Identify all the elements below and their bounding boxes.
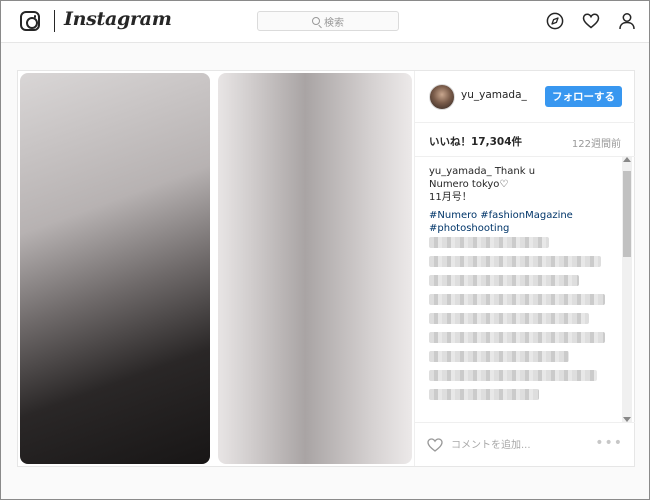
blurred-comment	[429, 389, 539, 400]
follow-button[interactable]: フォローする	[545, 86, 622, 107]
blurred-comment	[429, 370, 597, 381]
blurred-comment	[429, 275, 579, 286]
photo-panel-right	[218, 73, 412, 464]
post-sidebar: yu_yamada_ フォローする いいね！17,304件 122週間前 yu_…	[414, 71, 635, 466]
search-placeholder: 検索	[324, 17, 344, 29]
post-caption: yu_yamada_ Thank u Numero tokyo♡ 11月号！	[429, 165, 609, 204]
scroll-thumb[interactable]	[623, 171, 631, 257]
profile-icon[interactable]	[618, 12, 636, 30]
caption-line: yu_yamada_ Thank u	[429, 166, 536, 177]
comment-input[interactable]	[451, 436, 591, 454]
hashtag-link[interactable]: #Numero #fashionMagazine	[429, 209, 609, 222]
blurred-comment	[429, 313, 589, 324]
logo-divider	[54, 10, 55, 32]
blurred-comment	[429, 351, 569, 362]
blurred-comment	[429, 294, 605, 305]
username-link[interactable]: yu_yamada_	[461, 89, 527, 101]
hashtags: #Numero #fashionMagazine #photoshooting	[429, 209, 609, 235]
caption-line: 11月号！	[429, 192, 472, 203]
scroll-up-arrow-icon[interactable]	[623, 157, 631, 162]
post-header: yu_yamada_ フォローする	[415, 71, 635, 123]
post-card: yu_yamada_ フォローする いいね！17,304件 122週間前 yu_…	[17, 70, 635, 467]
post-timestamp[interactable]: 122週間前	[572, 135, 621, 150]
add-comment-row: •••	[415, 422, 635, 466]
blurred-comments	[429, 237, 609, 412]
blurred-comment	[429, 237, 549, 248]
caption-line: Numero tokyo♡	[429, 179, 509, 190]
likes-row: いいね！17,304件 122週間前	[415, 123, 635, 157]
instagram-wordmark[interactable]: Instagram	[64, 8, 172, 30]
compass-icon[interactable]	[546, 12, 564, 30]
top-navigation-bar: Instagram 検索	[1, 1, 649, 43]
comments-area: yu_yamada_ Thank u Numero tokyo♡ 11月号！ #…	[415, 157, 635, 422]
photo-panel-left	[20, 73, 210, 464]
camera-logo-icon[interactable]	[20, 11, 40, 31]
comments-scrollbar[interactable]	[622, 157, 632, 422]
like-heart-icon[interactable]	[427, 437, 443, 452]
heart-icon[interactable]	[582, 12, 600, 30]
search-input[interactable]: 検索	[257, 11, 399, 31]
search-icon	[312, 17, 320, 25]
likes-count[interactable]: いいね！17,304件	[429, 134, 522, 149]
avatar[interactable]	[429, 84, 455, 110]
blurred-comment	[429, 332, 605, 343]
more-options-button[interactable]: •••	[595, 435, 623, 451]
post-photo[interactable]	[18, 71, 414, 466]
hashtag-link[interactable]: #photoshooting	[429, 222, 609, 235]
blurred-comment	[429, 256, 601, 267]
